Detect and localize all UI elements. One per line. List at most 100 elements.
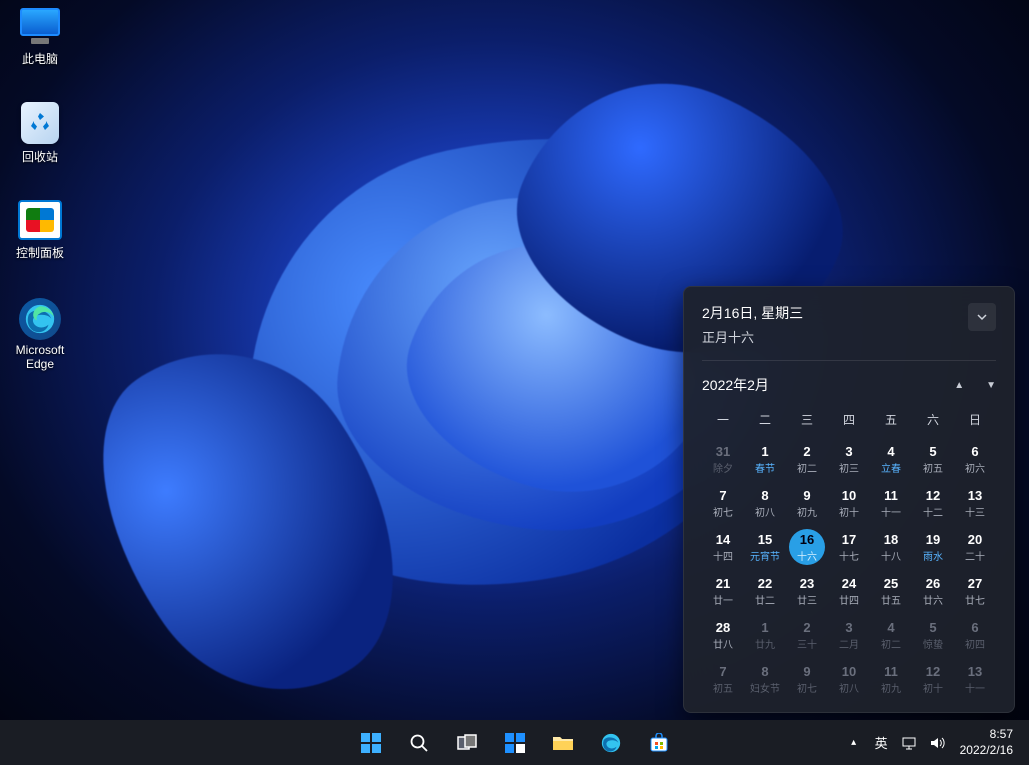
calendar-day-cell[interactable]: 12初十 xyxy=(912,658,954,700)
calendar-day-cell[interactable]: 1廿九 xyxy=(744,614,786,656)
calendar-day-number: 4 xyxy=(887,444,894,459)
desktop-icon-label: 控制面板 xyxy=(2,244,78,261)
calendar-day-number: 3 xyxy=(845,620,852,635)
calendar-day-sub: 十三 xyxy=(965,504,985,519)
network-button[interactable] xyxy=(896,723,922,763)
calendar-day-cell[interactable]: 28廿八 xyxy=(702,614,744,656)
calendar-day-cell[interactable]: 25廿五 xyxy=(870,570,912,612)
desktop-icon-this-pc[interactable]: 此电脑 xyxy=(2,8,78,67)
calendar-day-cell[interactable]: 21廿一 xyxy=(702,570,744,612)
calendar-dow: 四 xyxy=(828,405,870,436)
calendar-day-sub: 初二 xyxy=(797,460,817,475)
calendar-day-cell[interactable]: 4立春 xyxy=(870,438,912,480)
ime-indicator[interactable]: 英 xyxy=(869,733,894,752)
calendar-day-cell[interactable]: 4初二 xyxy=(870,614,912,656)
calendar-day-sub: 除夕 xyxy=(713,460,733,475)
calendar-day-cell[interactable]: 8初八 xyxy=(744,482,786,524)
tray-chevron-button[interactable]: ▴ xyxy=(841,723,867,763)
calendar-day-number: 9 xyxy=(803,488,810,503)
calendar-day-cell[interactable]: 11初九 xyxy=(870,658,912,700)
calendar-day-cell[interactable]: 8妇女节 xyxy=(744,658,786,700)
file-explorer-button[interactable] xyxy=(543,723,583,763)
calendar-dow: 日 xyxy=(954,405,996,436)
widgets-button[interactable] xyxy=(495,723,535,763)
calendar-day-cell[interactable]: 20二十 xyxy=(954,526,996,568)
monitor-icon xyxy=(20,8,60,36)
calendar-day-sub: 三十 xyxy=(797,636,817,651)
calendar-day-cell[interactable]: 6初四 xyxy=(954,614,996,656)
calendar-day-cell[interactable]: 6初六 xyxy=(954,438,996,480)
calendar-flyout: 2月16日, 星期三 正月十六 2022年2月 ▲ ▼ 一二三四五六日31除夕1… xyxy=(683,286,1015,713)
calendar-day-number: 17 xyxy=(842,532,856,547)
task-view-button[interactable] xyxy=(447,723,487,763)
desktop-icon-edge[interactable]: Microsoft Edge xyxy=(2,298,78,372)
calendar-day-cell[interactable]: 5惊蛰 xyxy=(912,614,954,656)
calendar-next-month[interactable]: ▼ xyxy=(986,380,996,391)
calendar-day-number: 1 xyxy=(761,620,768,635)
calendar-day-cell[interactable]: 7初七 xyxy=(702,482,744,524)
ms-store-button[interactable] xyxy=(639,723,679,763)
calendar-day-cell[interactable]: 10初十 xyxy=(828,482,870,524)
taskbar: ▴ 英 8:57 2022/2/16 xyxy=(0,720,1029,765)
calendar-day-number: 10 xyxy=(842,488,856,503)
calendar-day-cell[interactable]: 14十四 xyxy=(702,526,744,568)
calendar-day-cell[interactable]: 2三十 xyxy=(786,614,828,656)
calendar-month-label[interactable]: 2022年2月 xyxy=(702,375,769,395)
calendar-day-cell[interactable]: 31除夕 xyxy=(702,438,744,480)
calendar-collapse-button[interactable] xyxy=(968,303,996,331)
calendar-day-sub: 廿四 xyxy=(839,592,859,607)
calendar-day-cell[interactable]: 10初八 xyxy=(828,658,870,700)
clock-time: 8:57 xyxy=(960,727,1013,743)
calendar-day-sub: 十八 xyxy=(881,548,901,563)
calendar-day-cell[interactable]: 18十八 xyxy=(870,526,912,568)
desktop-icon-control-panel[interactable]: 控制面板 xyxy=(2,200,78,261)
calendar-day-cell[interactable]: 9初七 xyxy=(786,658,828,700)
calendar-day-number: 25 xyxy=(884,576,898,591)
calendar-day-number: 9 xyxy=(803,664,810,679)
calendar-day-number: 18 xyxy=(884,532,898,547)
edge-taskbar-button[interactable] xyxy=(591,723,631,763)
calendar-day-cell[interactable]: 13十三 xyxy=(954,482,996,524)
calendar-day-cell[interactable]: 19雨水 xyxy=(912,526,954,568)
calendar-day-cell[interactable]: 9初九 xyxy=(786,482,828,524)
calendar-day-cell[interactable]: 7初五 xyxy=(702,658,744,700)
calendar-day-cell[interactable]: 11十一 xyxy=(870,482,912,524)
calendar-day-cell[interactable]: 17十七 xyxy=(828,526,870,568)
calendar-day-cell[interactable]: 27廿七 xyxy=(954,570,996,612)
calendar-day-sub: 初五 xyxy=(713,680,733,695)
calendar-day-cell[interactable]: 12十二 xyxy=(912,482,954,524)
calendar-day-cell[interactable]: 5初五 xyxy=(912,438,954,480)
calendar-day-cell[interactable]: 1春节 xyxy=(744,438,786,480)
desktop-icon-label: 回收站 xyxy=(2,148,78,165)
calendar-day-cell[interactable]: 3初三 xyxy=(828,438,870,480)
volume-button[interactable] xyxy=(924,723,950,763)
taskbar-clock[interactable]: 8:57 2022/2/16 xyxy=(952,725,1021,760)
calendar-day-sub: 春节 xyxy=(755,460,775,475)
calendar-day-sub: 惊蛰 xyxy=(923,636,943,651)
calendar-day-cell[interactable]: 15元宵节 xyxy=(744,526,786,568)
calendar-day-cell[interactable]: 23廿三 xyxy=(786,570,828,612)
calendar-day-cell[interactable]: 16十六 xyxy=(789,529,825,565)
start-button[interactable] xyxy=(351,723,391,763)
calendar-day-number: 3 xyxy=(845,444,852,459)
calendar-day-number: 13 xyxy=(968,664,982,679)
calendar-day-cell[interactable]: 24廿四 xyxy=(828,570,870,612)
calendar-day-number: 8 xyxy=(761,664,768,679)
calendar-day-sub: 初八 xyxy=(839,680,859,695)
calendar-lunar-date: 正月十六 xyxy=(702,327,803,346)
calendar-day-sub: 十七 xyxy=(839,548,859,563)
calendar-day-cell[interactable]: 22廿二 xyxy=(744,570,786,612)
calendar-day-number: 7 xyxy=(719,488,726,503)
calendar-day-sub: 初四 xyxy=(965,636,985,651)
calendar-day-cell[interactable]: 2初二 xyxy=(786,438,828,480)
calendar-day-number: 5 xyxy=(929,620,936,635)
calendar-day-sub: 初十 xyxy=(839,504,859,519)
desktop-icon-recycle-bin[interactable]: 回收站 xyxy=(2,102,78,165)
calendar-prev-month[interactable]: ▲ xyxy=(954,380,964,391)
calendar-day-cell[interactable]: 13十一 xyxy=(954,658,996,700)
calendar-day-sub: 初十 xyxy=(923,680,943,695)
search-button[interactable] xyxy=(399,723,439,763)
calendar-day-number: 11 xyxy=(884,664,898,679)
calendar-day-cell[interactable]: 3二月 xyxy=(828,614,870,656)
calendar-day-cell[interactable]: 26廿六 xyxy=(912,570,954,612)
